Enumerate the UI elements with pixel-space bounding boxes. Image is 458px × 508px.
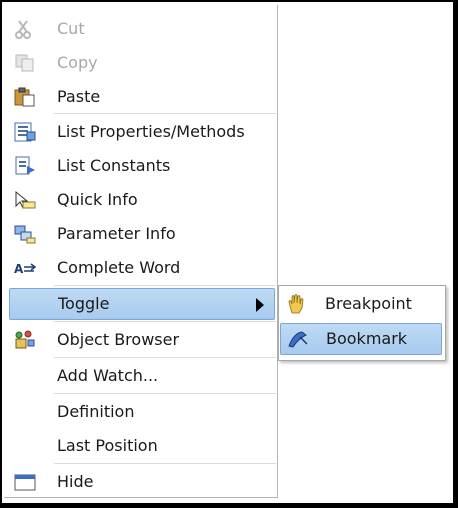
menu-item-label: Add Watch...: [57, 366, 159, 385]
svg-text:A: A: [14, 262, 24, 276]
menu-item-paste[interactable]: Paste: [4, 81, 276, 113]
context-menu: Cut Copy Paste List Properties/Methods L…: [4, 5, 278, 498]
menu-item-label: List Properties/Methods: [57, 122, 245, 141]
menu-item-complete-word[interactable]: A Complete Word: [4, 252, 276, 284]
menu-item-object-browser[interactable]: Object Browser: [4, 324, 276, 356]
menu-separator: [54, 285, 276, 286]
object-browser-icon: [13, 330, 37, 350]
menu-item-definition[interactable]: Definition: [4, 396, 276, 428]
menu-separator: [54, 321, 276, 322]
quick-info-icon: [13, 190, 37, 210]
menu-separator: [54, 393, 276, 394]
menu-item-last-position[interactable]: Last Position: [4, 430, 276, 462]
menu-item-label: List Constants: [57, 156, 171, 175]
menu-item-copy: Copy: [4, 47, 276, 79]
menu-item-label: Toggle: [58, 294, 110, 313]
window-icon: [13, 472, 37, 492]
menu-item-label: Object Browser: [57, 330, 180, 349]
menu-item-label: Definition: [57, 402, 135, 421]
list-constants-icon: [13, 156, 37, 176]
menu-item-label: Paste: [57, 87, 101, 106]
submenu-item-breakpoint[interactable]: Breakpoint: [279, 288, 443, 320]
menu-item-label: Last Position: [57, 436, 158, 455]
menu-item-cut: Cut: [4, 13, 276, 45]
menu-item-list-properties-methods[interactable]: List Properties/Methods: [4, 116, 276, 148]
menu-separator: [54, 357, 276, 358]
toggle-submenu: Breakpoint Bookmark: [278, 285, 446, 361]
scissors-icon: [13, 19, 37, 39]
complete-word-icon: A: [13, 258, 37, 278]
copy-icon: [13, 53, 37, 73]
submenu-item-label: Breakpoint: [325, 294, 412, 313]
paste-icon: [13, 87, 37, 107]
window-frame: Cut Copy Paste List Properties/Methods L…: [2, 2, 453, 503]
list-properties-icon: [13, 122, 37, 142]
menu-item-hide[interactable]: Hide: [4, 466, 276, 498]
menu-separator: [54, 463, 276, 464]
submenu-item-bookmark[interactable]: Bookmark: [280, 323, 442, 355]
menu-item-label: Parameter Info: [57, 224, 176, 243]
menu-item-label: Complete Word: [57, 258, 181, 277]
menu-item-label: Copy: [57, 53, 98, 72]
menu-item-quick-info[interactable]: Quick Info: [4, 184, 276, 216]
menu-item-label: Cut: [57, 19, 85, 38]
submenu-item-label: Bookmark: [326, 329, 408, 348]
hand-icon: [285, 294, 309, 314]
menu-item-toggle[interactable]: Toggle: [9, 288, 275, 320]
menu-item-add-watch[interactable]: Add Watch...: [4, 360, 276, 392]
menu-item-list-constants[interactable]: List Constants: [4, 150, 276, 182]
menu-item-label: Hide: [57, 472, 94, 491]
submenu-arrow-icon: [256, 298, 264, 312]
menu-item-parameter-info[interactable]: Parameter Info: [4, 218, 276, 250]
bookmark-icon: [286, 329, 310, 349]
menu-separator: [54, 113, 276, 114]
menu-item-label: Quick Info: [57, 190, 138, 209]
parameter-info-icon: [13, 224, 37, 244]
